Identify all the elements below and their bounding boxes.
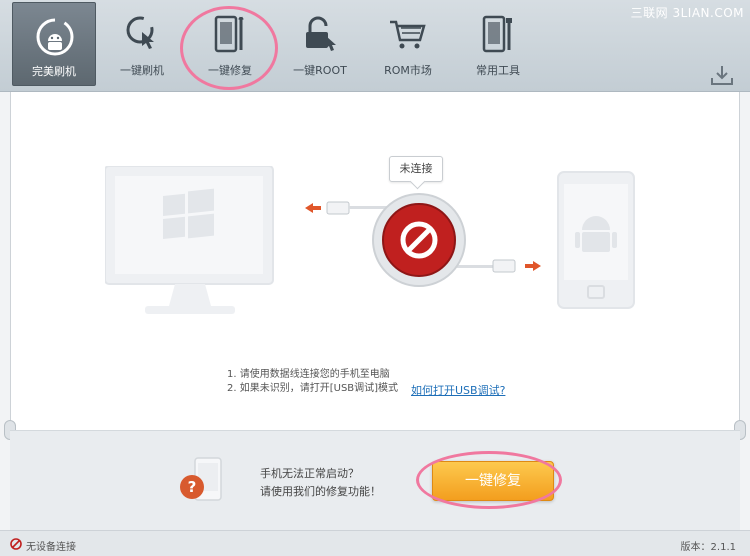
connection-status-bubble: 未连接	[389, 156, 443, 182]
tool-rom-market[interactable]: ROM市场	[366, 0, 450, 88]
help-icon: ?	[180, 475, 204, 499]
instructions: 1. 请使用数据线连接您的手机至电脑 2. 如果未识别，请打开[USB调试]模式	[227, 368, 398, 396]
tool-label: 一键刷机	[120, 64, 164, 77]
connection-panel: 未连接 1. 请使用数据线连接您的手机至电脑 2. 如果未识别，请打开[USB调…	[10, 92, 740, 430]
tool-common-tools[interactable]: 常用工具	[456, 0, 540, 88]
repair-hint: 手机无法正常启动？ 请使用我们的修复功能！	[260, 465, 381, 501]
phone-illustration	[557, 171, 635, 309]
tool-perfect-flash[interactable]: 完美刷机	[12, 2, 96, 86]
phone-wrench-icon	[214, 15, 244, 53]
disconnected-icon	[10, 538, 22, 550]
tool-label: ROM市场	[384, 64, 432, 77]
instruction-line: 1. 请使用数据线连接您的手机至电脑	[227, 369, 390, 380]
tool-one-click-root[interactable]: 一键ROOT	[278, 0, 362, 88]
status-bar: 无设备连接 版本：2.1.1	[0, 530, 750, 556]
tool-one-click-repair[interactable]: 一键修复	[188, 0, 272, 88]
hint-line: 手机无法正常启动？	[260, 467, 359, 480]
download-icon[interactable]	[710, 64, 734, 86]
repair-panel: ? 手机无法正常启动？ 请使用我们的修复功能！ 一键修复	[10, 430, 740, 530]
unlock-touch-icon	[306, 16, 336, 51]
tool-label: 完美刷机	[32, 65, 76, 78]
top-toolbar: 完美刷机 一键刷机 一键修复 一键ROOT ROM市场 常用工具 三联网 3LI…	[0, 0, 750, 92]
android-refresh-icon	[36, 18, 74, 56]
tool-label: 一键ROOT	[293, 64, 347, 77]
device-status-text: 无设备连接	[26, 542, 76, 553]
hint-line: 请使用我们的修复功能！	[260, 485, 381, 498]
shopping-cart-icon	[390, 20, 426, 49]
touch-refresh-icon	[126, 16, 154, 49]
no-entry-icon	[372, 193, 466, 287]
tool-label: 常用工具	[476, 64, 520, 77]
one-click-repair-button[interactable]: 一键修复	[432, 461, 554, 501]
tool-label: 一键修复	[208, 64, 252, 77]
watermark: 三联网 3LIAN.COM	[630, 6, 744, 20]
computer-monitor-illustration	[105, 166, 274, 314]
instruction-line: 2. 如果未识别，请打开[USB调试]模式	[227, 383, 399, 394]
phone-tools-icon	[482, 15, 512, 53]
tool-one-click-flash[interactable]: 一键刷机	[100, 0, 184, 88]
usb-debug-help-link[interactable]: 如何打开USB调试?	[411, 382, 505, 398]
version-text: 版本：2.1.1	[680, 542, 736, 553]
